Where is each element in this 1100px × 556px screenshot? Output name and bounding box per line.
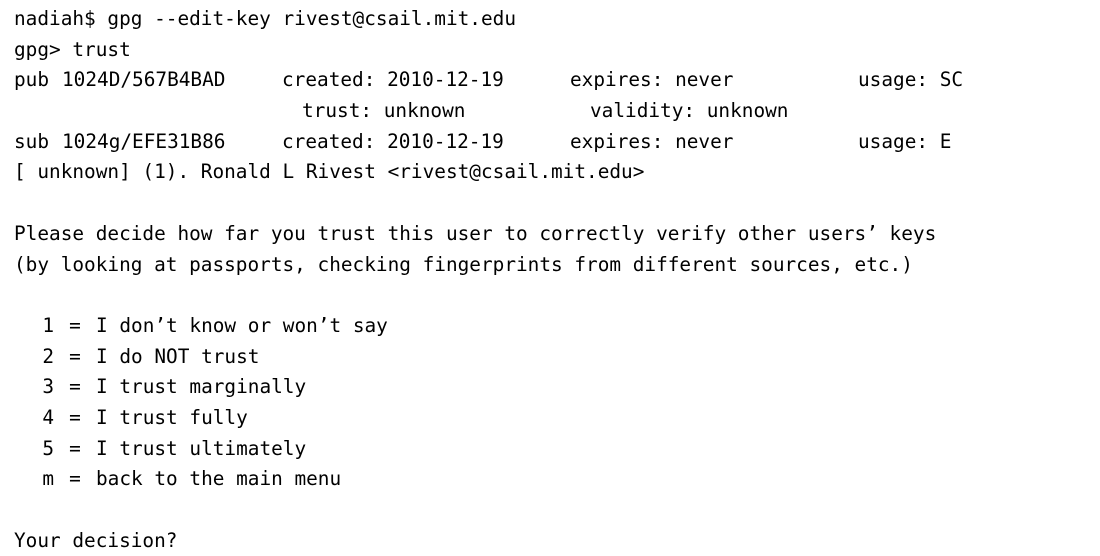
- option-key: 1: [42, 313, 54, 337]
- sub-key-id: 1024g/EFE31B86: [62, 129, 226, 153]
- trust-options-list: 1 = I don’t know or won’t say 2 = I do NOT t…: [14, 311, 1100, 495]
- sub-created: created: 2010-12-19: [282, 129, 504, 153]
- option-key: 5: [42, 436, 54, 460]
- trust-option-2: 2 = I do NOT trust: [14, 342, 1100, 373]
- pub-trust-line: trust: unknown validity: unknown: [14, 96, 1100, 127]
- option-key: m: [42, 467, 54, 491]
- pub-key-id: 1024D/567B4BAD: [62, 68, 226, 92]
- shell-command-line: nadiah$ gpg --edit-key rivest@csail.mit.…: [14, 7, 516, 30]
- option-equals: =: [69, 344, 81, 368]
- trust-option-1: 1 = I don’t know or won’t say: [14, 311, 1100, 342]
- trust-option-3: 3 = I trust marginally: [14, 372, 1100, 403]
- sub-expires: expires: never: [570, 129, 734, 153]
- uid-line: [ unknown] (1). Ronald L Rivest <rivest@…: [14, 160, 645, 184]
- decision-prompt[interactable]: Your decision?: [14, 526, 1100, 556]
- trust-option-5: 5 = I trust ultimately: [14, 434, 1100, 465]
- trust-option-m: m = back to the main menu: [14, 464, 1100, 495]
- gpg-command-line: gpg> trust: [14, 37, 131, 61]
- option-key: 2: [42, 344, 54, 368]
- option-key: 4: [42, 405, 54, 429]
- question-line-2: (by looking at passports, checking finge…: [14, 252, 913, 276]
- sub-key-line: sub 1024g/EFE31B86 created: 2010-12-19 expi…: [14, 127, 1100, 158]
- option-equals: =: [69, 436, 81, 460]
- option-label: I do NOT trust: [96, 344, 260, 368]
- option-label: I don’t know or won’t say: [96, 313, 388, 337]
- question-line-1: Please decide how far you trust this use…: [14, 221, 937, 245]
- pub-usage: usage: SC: [858, 68, 964, 92]
- pub-trust: trust: unknown: [302, 99, 466, 123]
- option-label: back to the main menu: [96, 467, 342, 491]
- sub-usage: usage: E: [858, 129, 952, 153]
- option-equals: =: [69, 405, 81, 429]
- pub-validity: validity: unknown: [590, 99, 789, 123]
- trust-option-4: 4 = I trust fully: [14, 403, 1100, 434]
- pub-expires: expires: never: [570, 68, 734, 92]
- option-equals: =: [69, 375, 81, 399]
- pub-label: pub: [14, 68, 50, 92]
- sub-label: sub: [14, 129, 50, 153]
- option-label: I trust ultimately: [96, 436, 307, 460]
- pub-key-line: pub 1024D/567B4BAD created: 2010-12-19 expi…: [14, 65, 1100, 96]
- terminal-window: nadiah$ gpg --edit-key rivest@csail.mit.…: [14, 4, 1100, 554]
- option-label: I trust marginally: [96, 375, 307, 399]
- option-key: 3: [42, 375, 54, 399]
- option-equals: =: [69, 313, 81, 337]
- option-label: I trust fully: [96, 405, 248, 429]
- option-equals: =: [69, 467, 81, 491]
- pub-created: created: 2010-12-19: [282, 68, 504, 92]
